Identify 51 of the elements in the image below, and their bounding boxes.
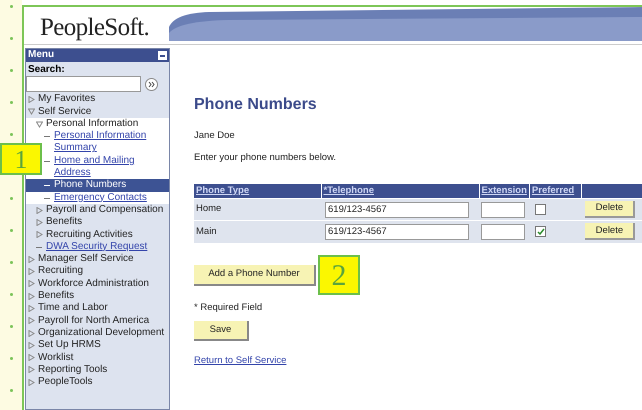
dash-icon (36, 246, 42, 248)
menu-link[interactable]: Home and Mailing Address (54, 154, 169, 180)
menu-item[interactable]: Time and Labor (38, 302, 108, 315)
menu-item[interactable]: Organizational Development (38, 326, 164, 340)
page-title: Phone Numbers (194, 95, 318, 115)
telephone-field[interactable]: 619/123-4567 (325, 202, 469, 218)
menu-item[interactable]: Benefits (38, 290, 74, 302)
collapse-icon[interactable] (158, 51, 167, 60)
search-field[interactable] (26, 76, 141, 92)
menu-link[interactable]: Emergency Contacts (54, 192, 147, 204)
preferred-checkbox[interactable] (535, 226, 546, 238)
go-icon[interactable] (145, 78, 158, 91)
preferred-checkbox[interactable] (535, 204, 546, 215)
menu-item[interactable]: Recruiting Activities (46, 228, 133, 241)
menu-item[interactable]: Self Service (38, 106, 92, 118)
search-label: Search: (27, 64, 66, 76)
callout-number: 2 (318, 255, 360, 295)
dash-icon (44, 160, 50, 162)
dash-icon (44, 136, 50, 138)
save-button[interactable]: Save (194, 320, 249, 341)
callout-number: 1 (0, 143, 42, 175)
return-link[interactable]: Return to Self Service (194, 354, 286, 368)
menu-item[interactable]: My Favorites (38, 93, 96, 106)
instructions: Enter your phone numbers below. (194, 151, 338, 166)
menu-item[interactable]: Workforce Administration (38, 278, 149, 290)
menu-link[interactable]: DWA Security Request (46, 240, 148, 254)
delete-button[interactable]: Delete (585, 223, 636, 240)
required-note: * Required Field (194, 300, 264, 314)
dash-icon (44, 198, 50, 199)
menu-item[interactable]: PeopleTools (38, 376, 92, 388)
add-phone-button[interactable]: Add a Phone Number (194, 264, 316, 286)
menu-item[interactable]: Benefits (46, 216, 82, 229)
table-cell: Main (194, 220, 321, 242)
menu-link[interactable]: Personal Information Summary (54, 130, 169, 155)
extension-field[interactable] (481, 202, 525, 218)
menu-item[interactable]: Manager Self Service (38, 253, 134, 266)
menu-item[interactable]: Reporting Tools (38, 364, 108, 376)
menu-title: Menu (28, 49, 54, 62)
dash-icon (44, 185, 50, 186)
table-cell: Home (194, 198, 321, 220)
menu-item[interactable]: Recruiting (38, 265, 84, 278)
delete-button[interactable]: Delete (585, 201, 636, 218)
menu-item[interactable]: Worklist (38, 352, 74, 364)
menu-item[interactable]: Personal Information (46, 118, 138, 130)
menu-item[interactable]: Payroll and Compensation (46, 204, 164, 216)
logo: PeopleSoft. (39, 13, 150, 43)
employee-name: Jane Doe (194, 129, 236, 143)
menu-item[interactable]: Payroll for North America (38, 314, 150, 327)
menu-item[interactable]: Set Up HRMS (38, 339, 101, 352)
telephone-field[interactable]: 619/123-4567 (325, 224, 469, 240)
extension-field[interactable] (481, 224, 525, 240)
